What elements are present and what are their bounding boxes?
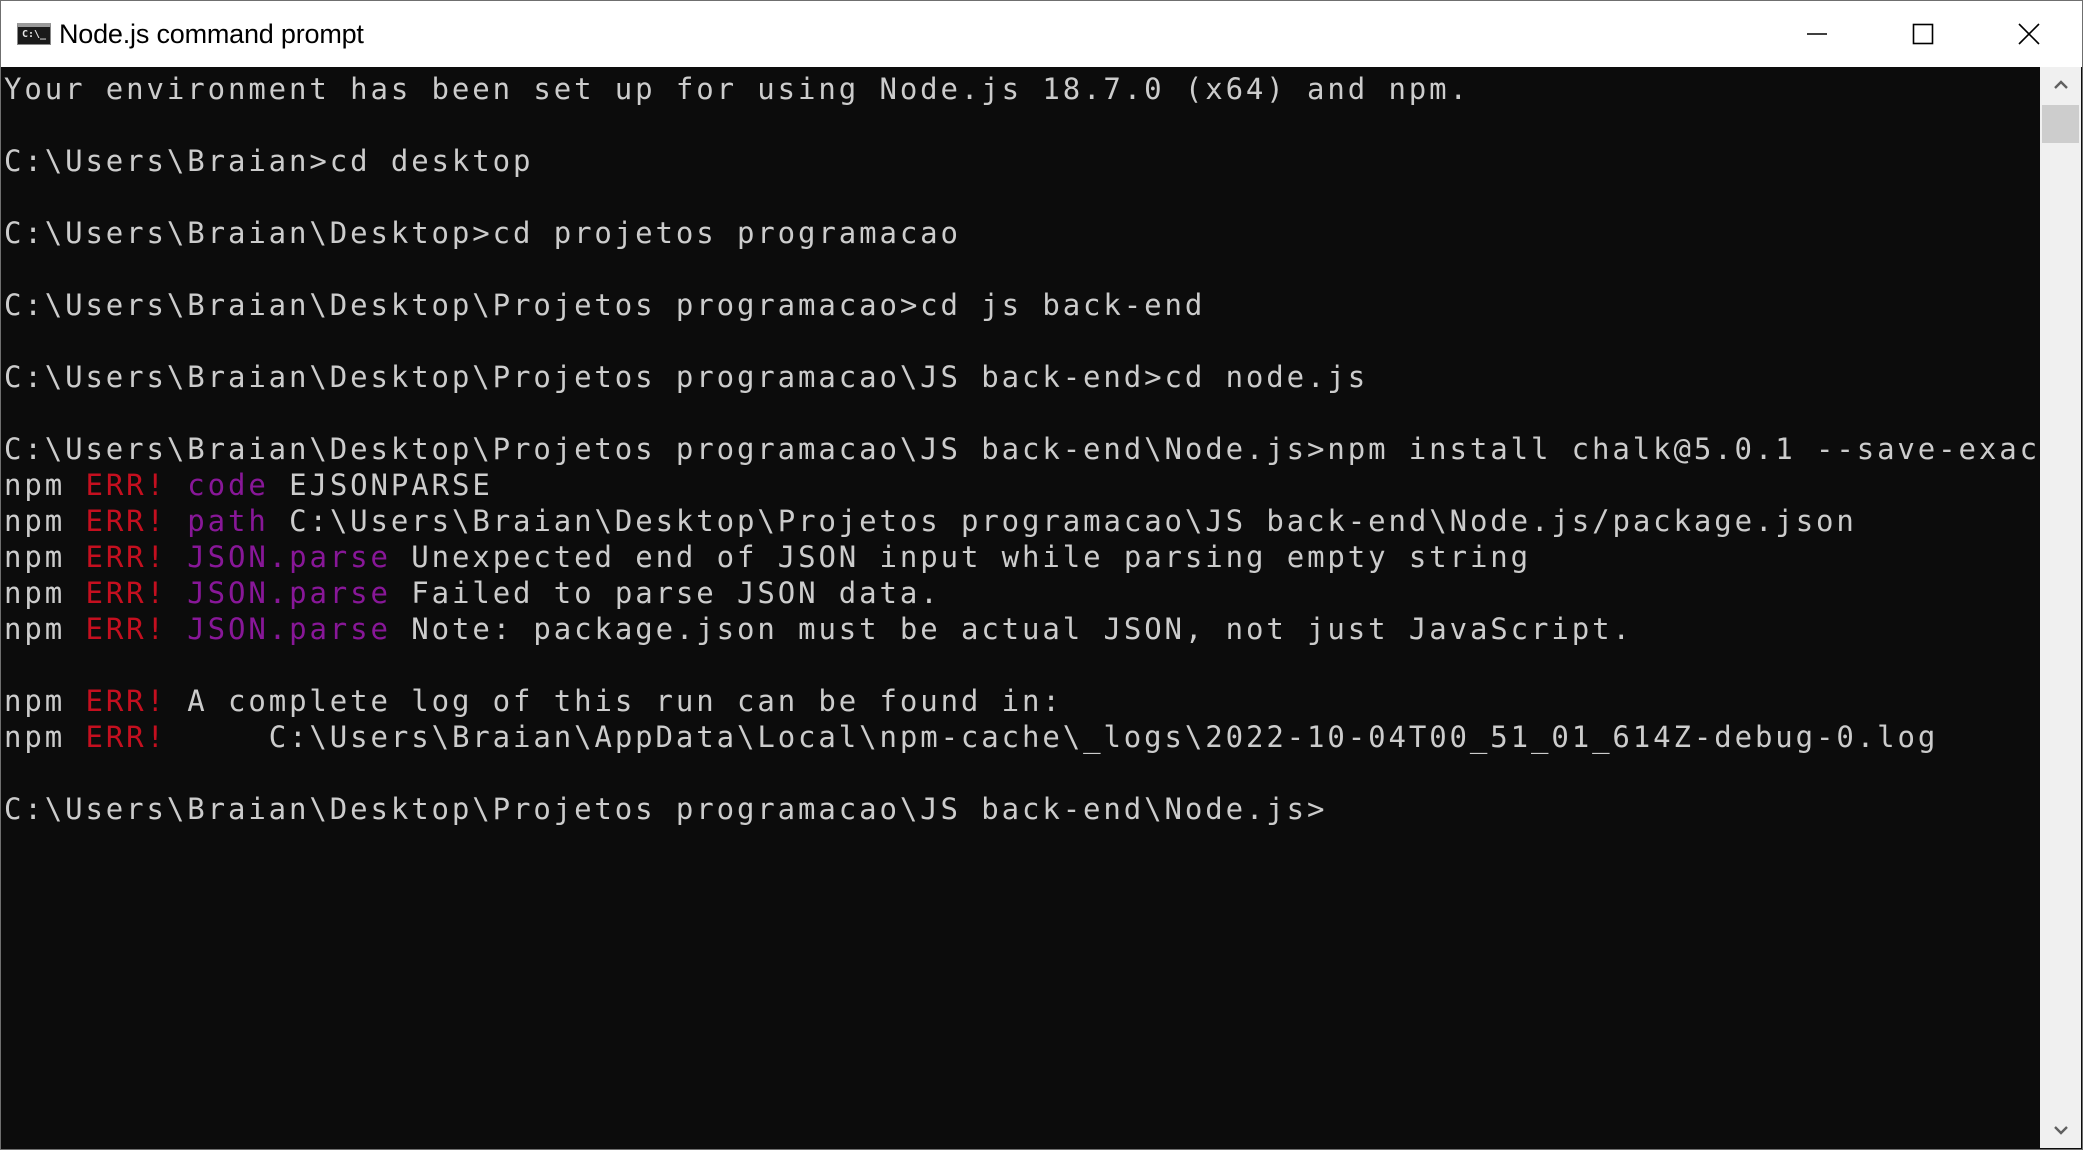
command-prompt-window: C:\_ Node.js command prompt Your environ…	[0, 0, 2083, 1150]
line-text: C:\Users\Braian\Desktop\Projetos program…	[4, 360, 1369, 394]
scroll-thumb[interactable]	[2042, 105, 2079, 143]
line-text: npm	[4, 720, 86, 754]
terminal-line: npm ERR! JSON.parse Failed to parse JSON…	[4, 575, 2042, 611]
terminal-line: npm ERR! JSON.parse Note: package.json m…	[4, 611, 2042, 647]
maximize-icon	[1912, 23, 1934, 45]
line-text: npm	[4, 468, 86, 502]
error-key: JSON.parse	[187, 612, 391, 646]
window-title: Node.js command prompt	[59, 18, 364, 49]
title-bar[interactable]: C:\_ Node.js command prompt	[1, 1, 2082, 67]
line-text: npm	[4, 684, 86, 718]
error-key: path	[187, 504, 269, 538]
line-text	[167, 468, 187, 502]
error-tag: ERR!	[85, 504, 167, 538]
line-text: C:\Users\Braian\Desktop>cd projetos prog…	[4, 216, 961, 250]
terminal-line: npm ERR! code EJSONPARSE	[4, 467, 2042, 503]
terminal-line: npm ERR! A complete log of this run can …	[4, 683, 2042, 719]
line-text: C:\Users\Braian\Desktop\Projetos program…	[4, 792, 1328, 826]
terminal-line: npm ERR! path C:\Users\Braian\Desktop\Pr…	[4, 503, 2042, 539]
line-text	[167, 576, 187, 610]
line-text: A complete log of this run can be found …	[166, 684, 1063, 718]
line-text: EJSONPARSE	[268, 468, 493, 502]
terminal-lines: Your environment has been set up for usi…	[2, 67, 2042, 827]
maximize-button[interactable]	[1870, 1, 1976, 67]
terminal-output[interactable]: Your environment has been set up for usi…	[2, 67, 2042, 1148]
terminal-line: npm ERR! JSON.parse Unexpected end of JS…	[4, 539, 2042, 575]
terminal-line: C:\Users\Braian\Desktop\Projetos program…	[4, 431, 2042, 467]
close-icon	[2018, 23, 2040, 45]
error-tag: ERR!	[85, 540, 167, 574]
line-text: npm	[4, 540, 86, 574]
vertical-scrollbar[interactable]	[2040, 67, 2081, 1148]
error-key: code	[187, 468, 269, 502]
error-tag: ERR!	[85, 468, 167, 502]
line-text: C:\Users\Braian\Desktop\Projetos program…	[268, 504, 1857, 538]
window-controls	[1764, 1, 2082, 67]
line-text: npm	[4, 612, 86, 646]
scroll-down-button[interactable]	[2040, 1112, 2081, 1148]
line-text: Your environment has been set up for usi…	[4, 72, 1470, 106]
terminal-line: C:\Users\Braian\Desktop\Projetos program…	[4, 359, 2042, 395]
line-text	[167, 612, 187, 646]
terminal-line: npm ERR! C:\Users\Braian\AppData\Local\n…	[4, 719, 2042, 755]
close-button[interactable]	[1976, 1, 2082, 67]
line-text: C:\Users\Braian\Desktop\Projetos program…	[4, 288, 1206, 322]
chevron-up-icon	[2053, 80, 2068, 89]
line-text: Note: package.json must be actual JSON, …	[390, 612, 1633, 646]
terminal-line: Your environment has been set up for usi…	[4, 71, 2042, 107]
error-key: JSON.parse	[187, 540, 391, 574]
scroll-up-button[interactable]	[2040, 67, 2081, 103]
terminal-line: C:\Users\Braian\Desktop\Projetos program…	[4, 791, 2042, 827]
line-text: npm	[4, 504, 86, 538]
line-text	[167, 504, 187, 538]
line-text: C:\Users\Braian\Desktop\Projetos program…	[4, 432, 2042, 466]
line-text: npm	[4, 576, 86, 610]
terminal-line: C:\Users\Braian\Desktop\Projetos program…	[4, 287, 2042, 323]
minimize-button[interactable]	[1764, 1, 1870, 67]
cmd-app-icon: C:\_	[17, 23, 51, 45]
line-text: C:\Users\Braian>cd desktop	[4, 144, 534, 178]
terminal-line: C:\Users\Braian\Desktop>cd projetos prog…	[4, 215, 2042, 251]
line-text: C:\Users\Braian\AppData\Local\npm-cache\…	[166, 720, 1939, 754]
minimize-icon	[1807, 33, 1827, 35]
line-text	[167, 540, 187, 574]
line-text: Unexpected end of JSON input while parsi…	[390, 540, 1532, 574]
error-tag: ERR!	[85, 684, 167, 718]
error-tag: ERR!	[85, 720, 167, 754]
chevron-down-icon	[2053, 1126, 2068, 1135]
terminal-line: C:\Users\Braian>cd desktop	[4, 143, 2042, 179]
error-tag: ERR!	[85, 576, 167, 610]
error-key: JSON.parse	[187, 576, 391, 610]
error-tag: ERR!	[85, 612, 167, 646]
line-text: Failed to parse JSON data.	[390, 576, 941, 610]
